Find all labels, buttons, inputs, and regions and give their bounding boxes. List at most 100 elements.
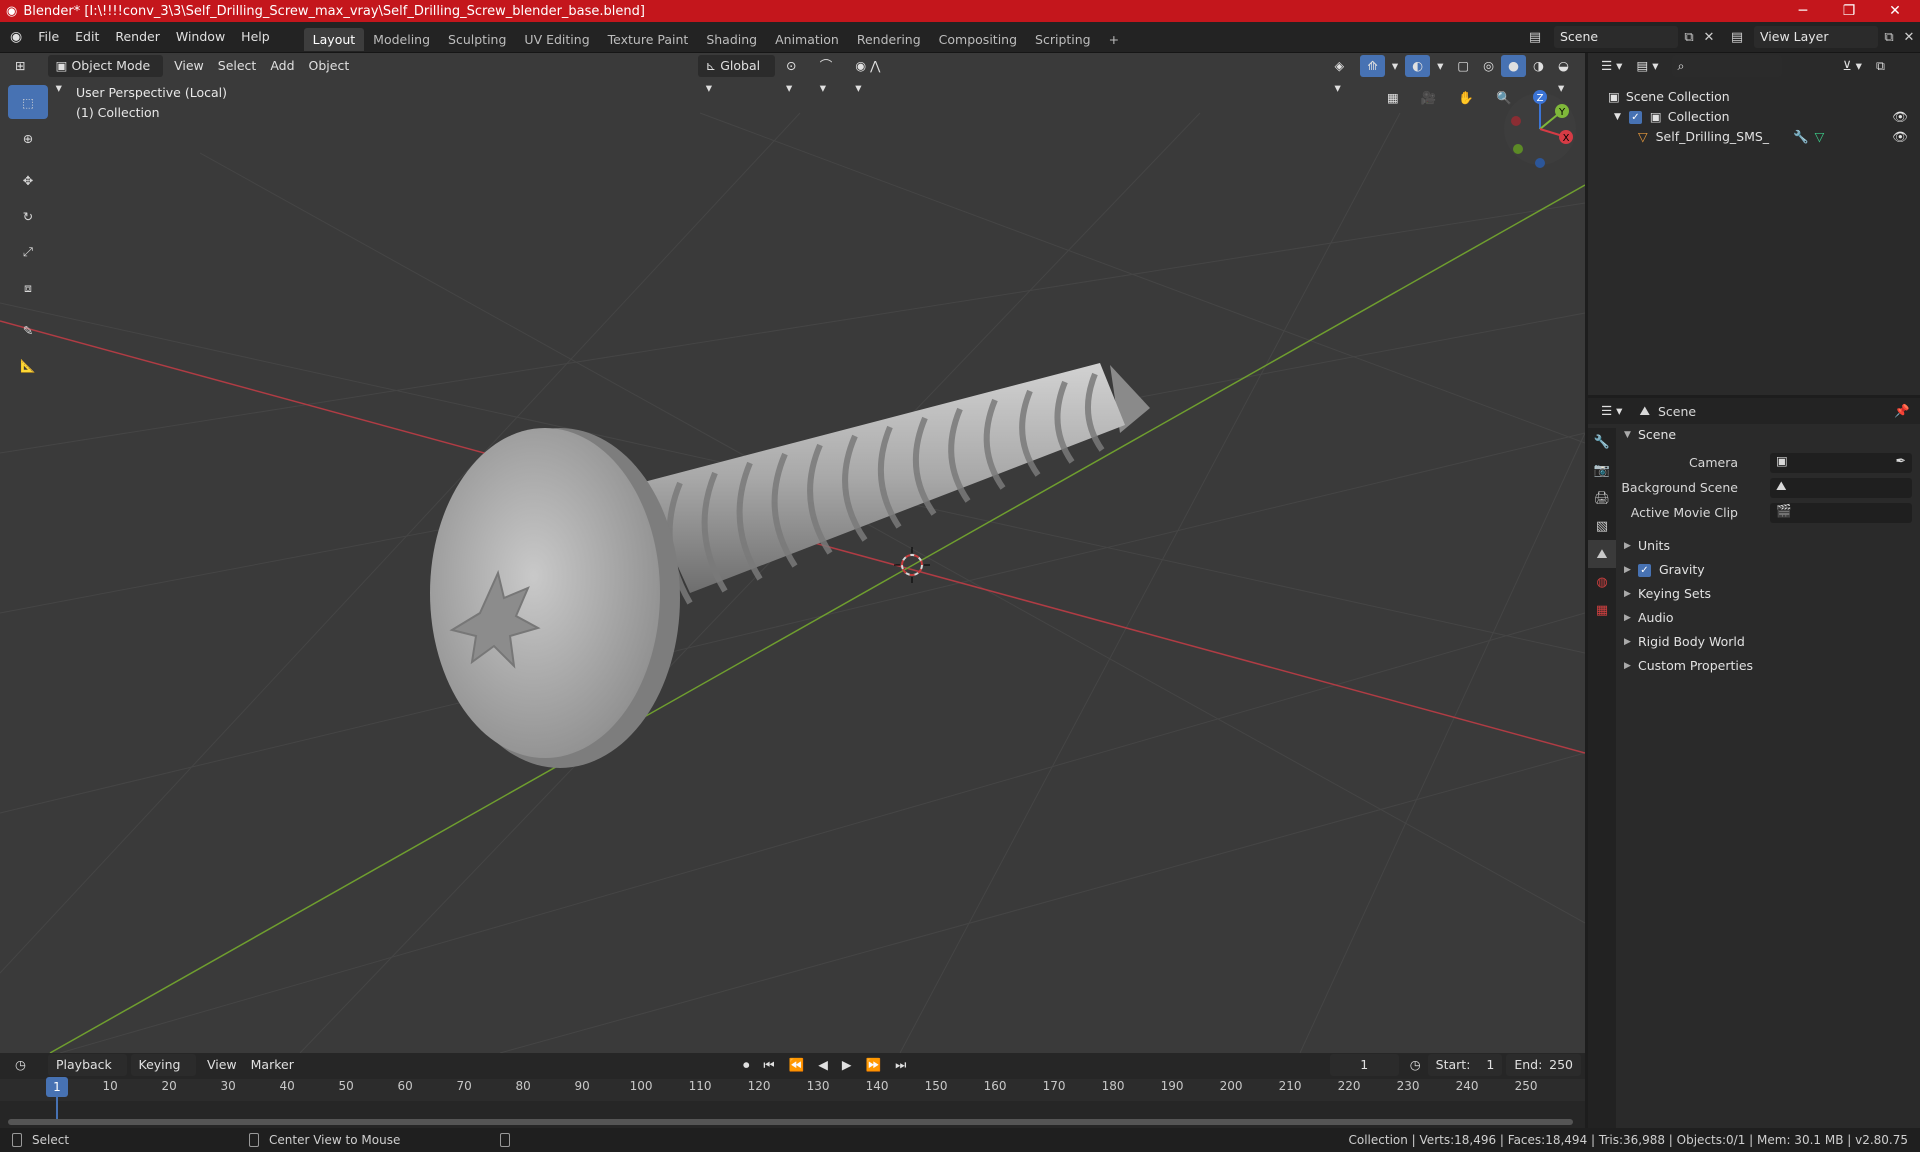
- shading-material-icon[interactable]: ◑: [1526, 55, 1551, 77]
- new-collection-icon[interactable]: ⧉: [1869, 55, 1892, 77]
- xray-icon[interactable]: ▢: [1450, 55, 1476, 77]
- tool-tab-icon[interactable]: 🔧: [1588, 428, 1616, 456]
- tab-sculpting[interactable]: Sculpting: [439, 28, 515, 51]
- properties-editor-type-icon[interactable]: ☰ ▾: [1594, 400, 1629, 422]
- scene-panel-header[interactable]: ▼ Scene: [1624, 424, 1676, 446]
- add-workspace-button[interactable]: +: [1100, 28, 1128, 51]
- menu-file[interactable]: File: [30, 26, 67, 48]
- end-frame-field[interactable]: End: 250: [1506, 1054, 1582, 1076]
- scene-tab-icon[interactable]: ⛰: [1588, 540, 1616, 568]
- tab-rendering[interactable]: Rendering: [848, 28, 930, 51]
- jump-keyframe-back-icon[interactable]: ⏪: [782, 1054, 812, 1076]
- gravity-checkbox[interactable]: ✓: [1638, 563, 1651, 577]
- tab-texture-paint[interactable]: Texture Paint: [599, 28, 698, 51]
- keying-dropdown[interactable]: Keying ▾: [130, 1054, 196, 1094]
- display-mode-icon[interactable]: ▤ ▾: [1629, 55, 1665, 77]
- overlay-dropdown-icon[interactable]: ▾: [1430, 55, 1450, 77]
- rotate-tool-icon[interactable]: ↻: [8, 199, 48, 233]
- outliner-editor-type-icon[interactable]: ☰ ▾: [1594, 55, 1629, 77]
- jump-start-icon[interactable]: ⏮: [756, 1054, 781, 1076]
- viewport-menu-object[interactable]: Object: [302, 55, 357, 77]
- move-tool-icon[interactable]: ✥: [8, 163, 48, 197]
- camera-view-icon[interactable]: 🎥: [1414, 87, 1444, 109]
- visibility-icon[interactable]: ◈ ▾: [1328, 55, 1361, 95]
- shading-rendered-icon[interactable]: ◒ ▾: [1551, 55, 1585, 95]
- cursor-tool-icon[interactable]: ⊕: [8, 121, 48, 155]
- view-layer-tab-icon[interactable]: ▧: [1588, 512, 1616, 540]
- audio-panel-header[interactable]: ▶ Audio: [1624, 607, 1674, 629]
- tab-modeling[interactable]: Modeling: [364, 28, 439, 51]
- menu-help[interactable]: Help: [233, 26, 278, 48]
- record-icon[interactable]: ⏺: [736, 1054, 756, 1076]
- play-icon[interactable]: ▶: [835, 1054, 859, 1076]
- snap-icon[interactable]: ⌒ ▾: [813, 55, 849, 95]
- annotate-tool-icon[interactable]: ✎: [8, 313, 48, 347]
- 3d-viewport[interactable]: ⊞ ▾ ▣ Object Mode ▾ View Select Add Obje…: [0, 53, 1585, 1053]
- blender-menu-icon[interactable]: ◉: [0, 29, 30, 45]
- scene-field[interactable]: Scene: [1554, 26, 1678, 48]
- delete-viewlayer-icon[interactable]: ✕: [1898, 26, 1920, 48]
- new-scene-icon[interactable]: ⧉: [1678, 26, 1700, 48]
- preview-range-icon[interactable]: ◷: [1403, 1054, 1428, 1076]
- proportional-edit-icon[interactable]: ◉ ⋀ ▾: [848, 55, 896, 95]
- viewport-menu-add[interactable]: Add: [263, 55, 301, 77]
- eyedropper-icon[interactable]: ✒: [1896, 453, 1906, 468]
- overlay-toggle-icon[interactable]: ◐: [1405, 55, 1431, 77]
- timeline-menu-view[interactable]: View: [200, 1054, 244, 1076]
- playhead[interactable]: 1: [46, 1077, 68, 1097]
- tab-scripting[interactable]: Scripting: [1026, 28, 1100, 51]
- pivot-point-icon[interactable]: ⊙ ▾: [779, 55, 813, 95]
- tab-shading[interactable]: Shading: [697, 28, 766, 51]
- viewlayer-field[interactable]: View Layer: [1754, 26, 1878, 48]
- tab-compositing[interactable]: Compositing: [930, 28, 1026, 51]
- viewlayer-browse-icon[interactable]: ▤: [1726, 26, 1748, 48]
- expand-arrow-icon[interactable]: ▼: [1614, 107, 1621, 127]
- menu-render[interactable]: Render: [107, 26, 168, 48]
- mode-dropdown[interactable]: ▣ Object Mode ▾: [47, 55, 164, 95]
- maximize-button[interactable]: ❐: [1826, 0, 1872, 22]
- current-frame-field[interactable]: 1: [1329, 1054, 1399, 1076]
- gizmo-dropdown-icon[interactable]: ▾: [1385, 55, 1405, 77]
- pan-hand-icon[interactable]: ✋: [1451, 87, 1481, 109]
- delete-scene-icon[interactable]: ✕: [1698, 26, 1720, 48]
- filter-icon[interactable]: ⊻ ▾: [1836, 55, 1869, 77]
- gizmo-toggle-icon[interactable]: ⟰: [1360, 55, 1385, 77]
- tab-uv-editing[interactable]: UV Editing: [515, 28, 598, 51]
- tab-animation[interactable]: Animation: [766, 28, 848, 51]
- viewport-menu-select[interactable]: Select: [211, 55, 264, 77]
- timeline-menu-marker[interactable]: Marker: [244, 1054, 301, 1076]
- menu-edit[interactable]: Edit: [67, 26, 107, 48]
- world-tab-icon[interactable]: ◍: [1588, 568, 1616, 596]
- rigid-body-world-panel-header[interactable]: ▶ Rigid Body World: [1624, 631, 1745, 653]
- start-frame-field[interactable]: Start: 1: [1427, 1054, 1503, 1076]
- jump-keyframe-forward-icon[interactable]: ⏩: [859, 1054, 889, 1076]
- navigation-gizmo[interactable]: Z Y X: [1500, 89, 1580, 169]
- select-box-tool-icon[interactable]: ⬚: [8, 85, 48, 119]
- editor-type-icon[interactable]: ⊞ ▾: [8, 55, 42, 95]
- pin-icon[interactable]: 📌: [1894, 403, 1910, 419]
- active-movie-clip-field[interactable]: 🎬: [1770, 503, 1912, 523]
- play-reverse-icon[interactable]: ◀: [811, 1054, 835, 1076]
- jump-end-icon[interactable]: ⏭: [888, 1054, 913, 1076]
- background-scene-field[interactable]: ⛰: [1770, 478, 1912, 498]
- playback-dropdown[interactable]: Playback ▾: [48, 1054, 127, 1094]
- tab-layout[interactable]: Layout: [303, 27, 365, 51]
- menu-window[interactable]: Window: [168, 26, 233, 48]
- close-button[interactable]: ✕: [1872, 0, 1918, 22]
- keying-sets-panel-header[interactable]: ▶ Keying Sets: [1624, 583, 1711, 605]
- eye-icon[interactable]: 👁: [1892, 127, 1908, 147]
- camera-field[interactable]: ▣ ✒: [1770, 453, 1912, 473]
- collection-checkbox[interactable]: ✓: [1628, 110, 1642, 124]
- new-viewlayer-icon[interactable]: ⧉: [1878, 26, 1900, 48]
- grid-view-icon[interactable]: ▦: [1380, 87, 1406, 109]
- custom-properties-panel-header[interactable]: ▶ Custom Properties: [1624, 655, 1753, 677]
- render-tab-icon[interactable]: 📷: [1588, 456, 1616, 484]
- shading-solid-icon[interactable]: ●: [1501, 55, 1527, 77]
- shading-wireframe-icon[interactable]: ◎: [1476, 55, 1501, 77]
- scene-browse-icon[interactable]: ▤: [1524, 26, 1546, 48]
- measure-tool-icon[interactable]: 📐: [8, 349, 48, 383]
- eye-icon[interactable]: 👁: [1892, 107, 1908, 127]
- units-panel-header[interactable]: ▶ Units: [1624, 535, 1670, 557]
- timeline-editor-type-icon[interactable]: ◷ ▾: [8, 1054, 42, 1094]
- texture-tab-icon[interactable]: ▦: [1588, 596, 1616, 624]
